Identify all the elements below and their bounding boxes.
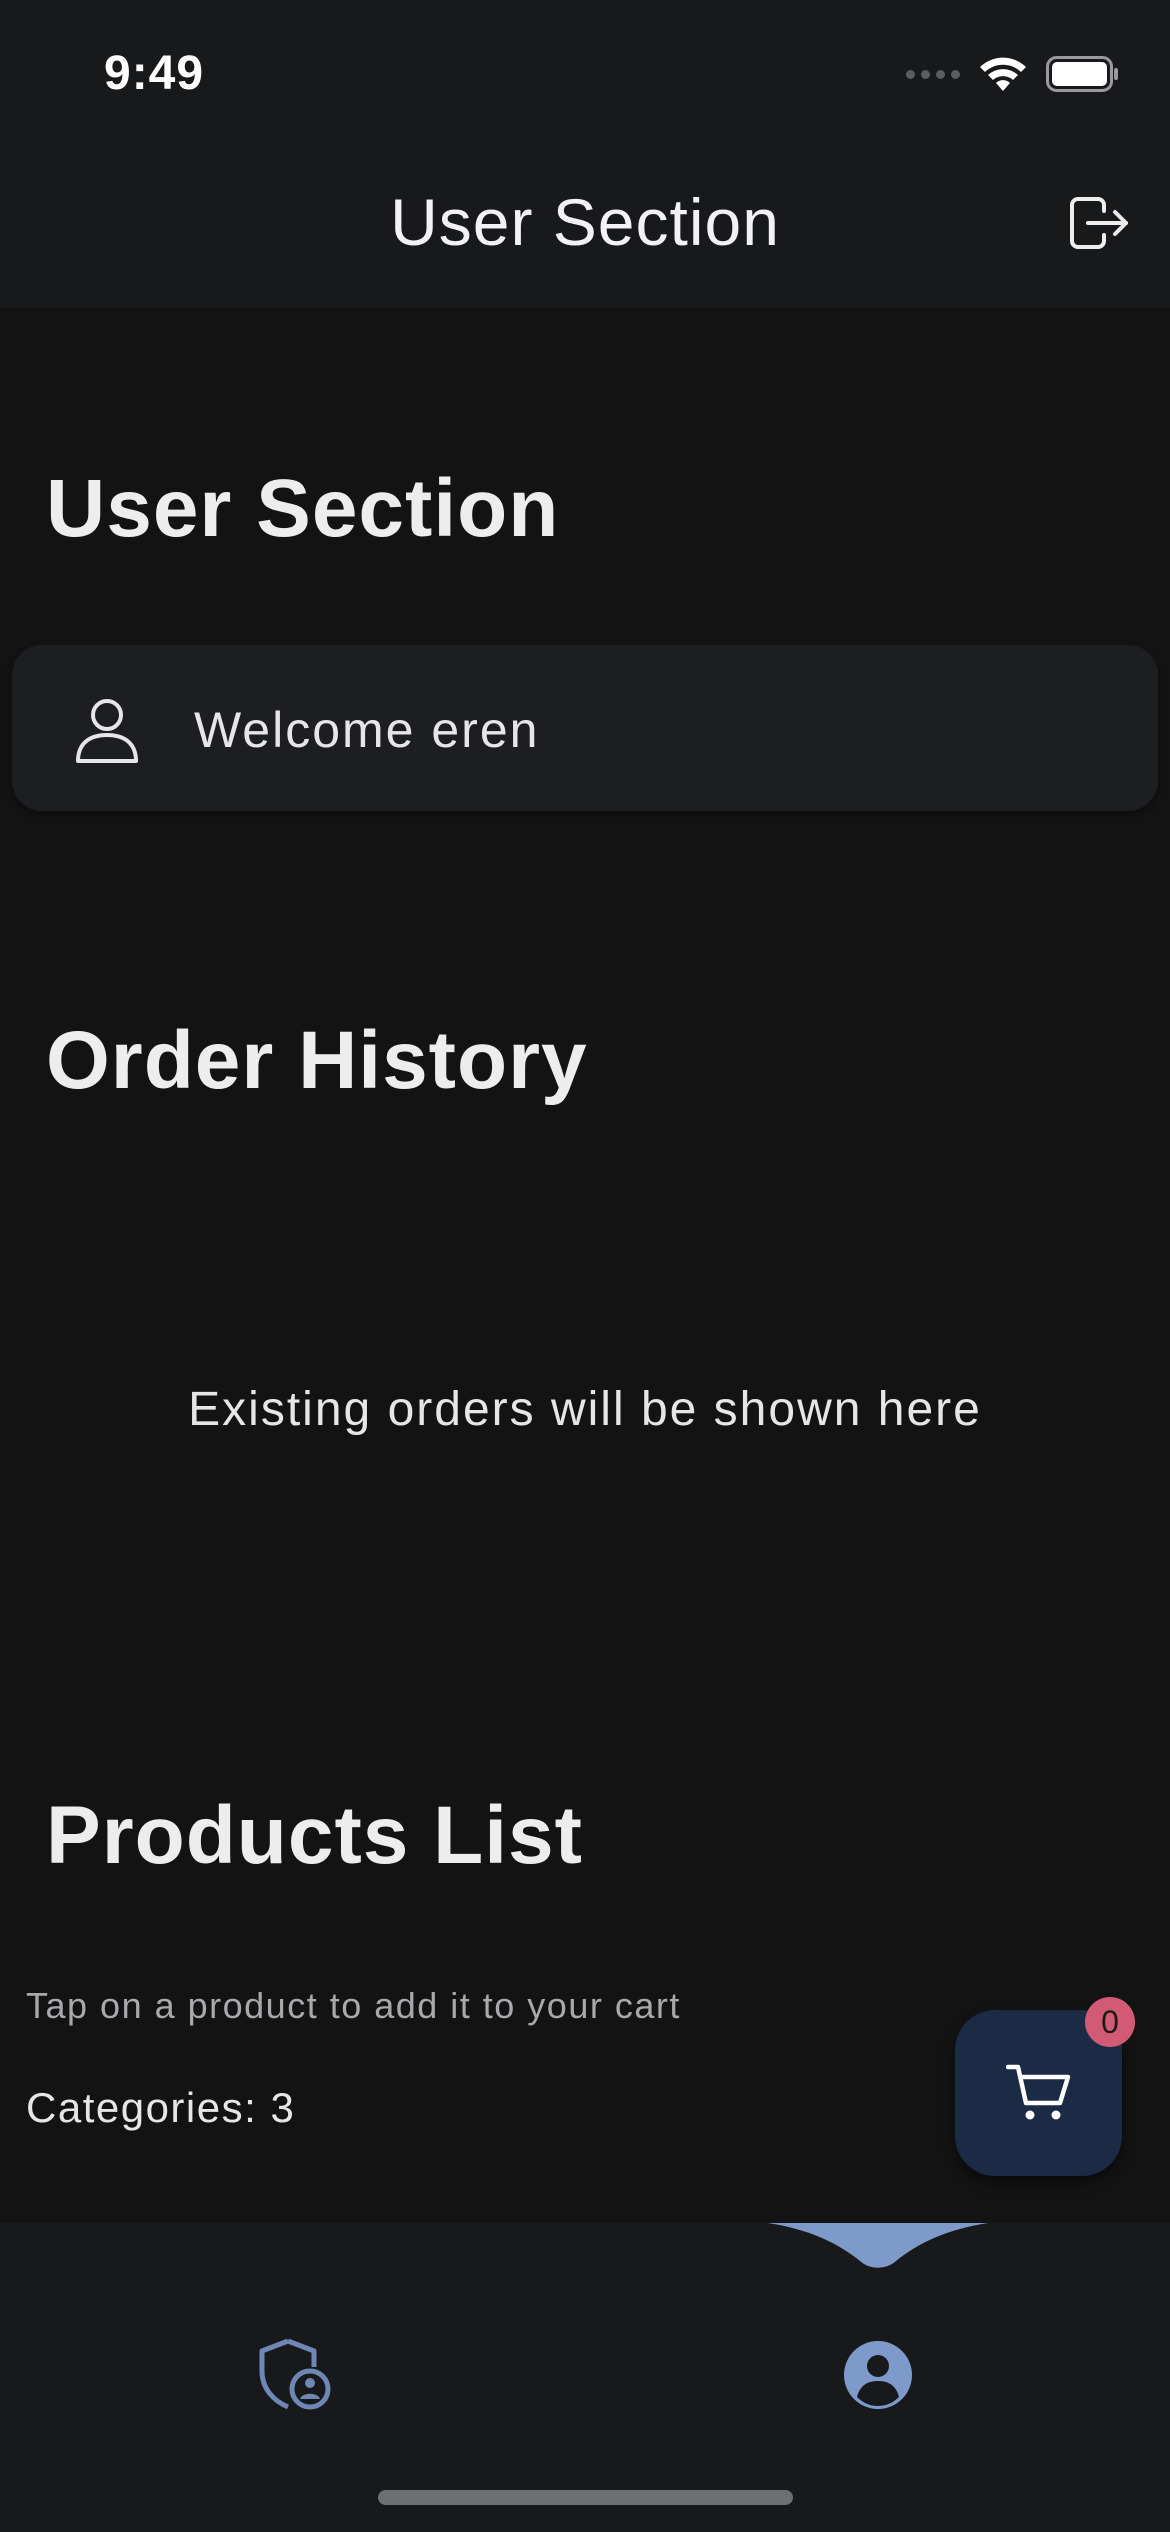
app-bar-title: User Section <box>390 185 780 259</box>
home-indicator[interactable] <box>378 2490 793 2505</box>
status-bar: 9:49 <box>0 0 1170 130</box>
account-circle-icon <box>844 2341 912 2409</box>
cart-badge: 0 <box>1085 1997 1135 2047</box>
admin-shield-icon <box>259 2338 331 2410</box>
cart-icon <box>1005 2064 1070 2120</box>
person-outline-icon <box>76 699 138 763</box>
categories-count: Categories: 3 <box>26 2084 296 2131</box>
user-section-heading: User Section <box>46 463 560 554</box>
screen: 9:49 User Section User Section Welcome e… <box>0 0 1170 2532</box>
app-bar: User Section <box>0 130 1170 308</box>
cellular-signal-icon <box>906 69 960 79</box>
logout-icon <box>1070 197 1128 249</box>
battery-icon <box>1046 56 1118 92</box>
order-history-heading: Order History <box>46 1015 588 1106</box>
status-icons <box>906 54 1120 94</box>
welcome-text: Welcome eren <box>194 702 540 758</box>
welcome-card: Welcome eren <box>12 645 1158 811</box>
wifi-icon <box>980 57 1026 91</box>
bottom-navigation-bar <box>0 2223 1170 2532</box>
nav-item-account[interactable] <box>828 2325 928 2425</box>
products-hint: Tap on a product to add it to your cart <box>26 1985 681 2026</box>
status-time: 9:49 <box>104 47 205 100</box>
nav-selection-indicator <box>768 2223 988 2268</box>
logout-button[interactable] <box>1064 188 1134 258</box>
products-list-heading: Products List <box>46 1790 583 1881</box>
nav-item-admin[interactable] <box>246 2325 346 2425</box>
orders-empty-message: Existing orders will be shown here <box>188 1383 982 1436</box>
